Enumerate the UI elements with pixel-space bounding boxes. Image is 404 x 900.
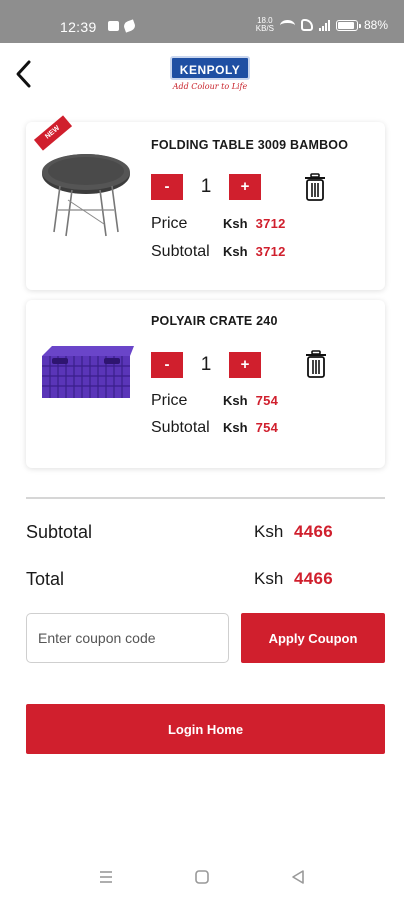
item-subtotal-currency: Ksh <box>223 420 248 435</box>
message-icon <box>108 21 119 31</box>
wifi-icon <box>279 19 295 31</box>
menu-icon[interactable] <box>94 865 118 889</box>
quantity-value: 1 <box>200 176 212 197</box>
decrease-quantity-button[interactable]: - <box>151 174 183 200</box>
cart-subtotal-currency: Ksh <box>254 522 284 541</box>
cart-total-currency: Ksh <box>254 569 284 588</box>
price-row: Price Ksh 3712 <box>151 215 286 233</box>
back-button[interactable] <box>12 57 38 91</box>
quantity-stepper: - 1 + <box>151 352 261 378</box>
price-label: Price <box>151 392 188 409</box>
status-time: 12:39 <box>60 19 97 35</box>
cart-item: POLYAIR CRATE 240 - 1 + Price Ksh 754 Su… <box>26 300 385 468</box>
decrease-quantity-button[interactable]: - <box>151 352 183 378</box>
price-label: Price <box>151 215 188 232</box>
header: KENPOLY Add Colour to Life <box>0 43 404 107</box>
quantity-value: 1 <box>200 354 212 375</box>
status-bar: 12:39 18.0 KB/S 88% <box>0 0 404 43</box>
battery-fill <box>337 21 354 29</box>
item-subtotal-value: 754 <box>255 420 279 435</box>
price-currency: Ksh <box>223 216 248 231</box>
logo-wordmark: KENPOLY <box>170 56 250 80</box>
price-value: 754 <box>255 393 279 408</box>
increase-quantity-button[interactable]: + <box>229 352 261 378</box>
coupon-code-input[interactable] <box>26 613 229 663</box>
price-currency: Ksh <box>223 393 248 408</box>
leaf-icon <box>122 19 137 33</box>
product-image-crate <box>42 346 134 398</box>
item-subtotal-label: Subtotal <box>151 243 210 260</box>
divider <box>26 497 385 499</box>
login-home-button[interactable]: Login Home <box>26 704 385 754</box>
network-speed: 18.0 KB/S <box>256 17 274 33</box>
cart-subtotal-row: Subtotal Ksh 4466 <box>26 522 366 546</box>
cart-item: NEW FOLDING TABLE 3009 BAMBOO - 1 + Pric… <box>26 115 385 290</box>
battery-percent: 88% <box>363 18 388 32</box>
price-row: Price Ksh 754 <box>151 392 278 410</box>
item-subtotal-row: Subtotal Ksh 3712 <box>151 243 286 261</box>
logo-tagline: Add Colour to Life <box>172 82 248 91</box>
trash-icon[interactable] <box>304 173 326 201</box>
system-nav-bar <box>0 855 404 900</box>
price-value: 3712 <box>255 216 286 231</box>
back-arrow-icon <box>16 60 31 88</box>
product-name: POLYAIR CRATE 240 <box>151 314 278 328</box>
quantity-stepper: - 1 + <box>151 174 261 200</box>
signal-icon <box>318 19 330 31</box>
product-name: FOLDING TABLE 3009 BAMBOO <box>151 138 349 152</box>
notification-icons <box>108 19 137 33</box>
network-speed-unit: KB/S <box>255 24 274 33</box>
cart-total-label: Total <box>26 569 65 589</box>
triangle-back-icon[interactable] <box>286 865 310 889</box>
trash-icon[interactable] <box>305 350 327 378</box>
battery-icon <box>335 19 361 31</box>
logo: KENPOLY Add Colour to Life <box>170 56 250 91</box>
square-icon[interactable] <box>190 865 214 889</box>
item-subtotal-row: Subtotal Ksh 754 <box>151 419 278 437</box>
item-subtotal-label: Subtotal <box>151 419 210 436</box>
item-subtotal-value: 3712 <box>255 244 286 259</box>
item-subtotal-currency: Ksh <box>223 244 248 259</box>
cart-subtotal-label: Subtotal <box>26 522 93 542</box>
increase-quantity-button[interactable]: + <box>229 174 261 200</box>
apply-coupon-button[interactable]: Apply Coupon <box>241 613 385 663</box>
product-image-folding-table <box>42 154 130 237</box>
cart-total-value: 4466 <box>294 569 334 588</box>
wifi-call-icon <box>300 19 313 31</box>
cart-total-row: Total Ksh 4466 <box>26 569 366 593</box>
status-right: 18.0 KB/S 88% <box>256 17 388 33</box>
cart-subtotal-value: 4466 <box>294 522 334 541</box>
